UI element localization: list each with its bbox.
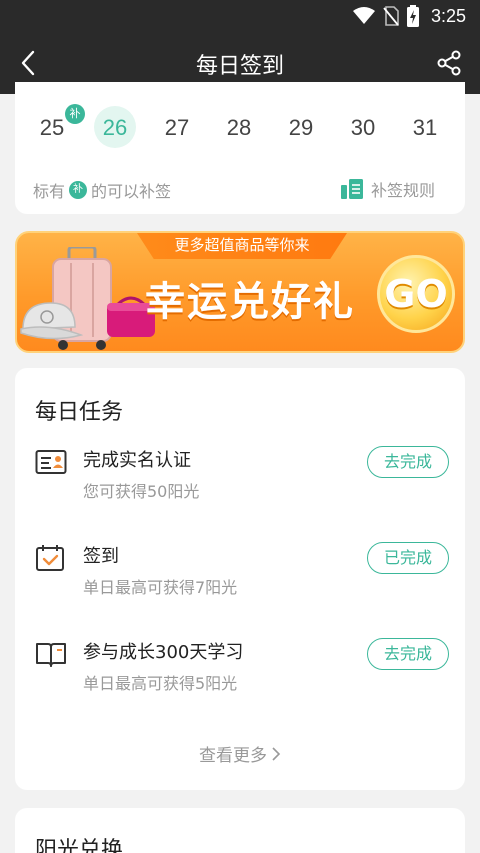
calendar-day[interactable]: 29 — [271, 112, 331, 144]
makeup-legend: 标有 补 的可以补签 — [33, 178, 171, 202]
cap-illustration — [20, 302, 83, 340]
daily-tasks-card: 每日任务 完成实名认证 您可获得50阳光 去完成 签到 单日最高可获得7阳光 已… — [15, 368, 465, 790]
calendar-day-today[interactable]: 26 — [85, 112, 145, 144]
legend-prefix: 标有 — [33, 182, 66, 201]
promo-banner[interactable]: 更多超值商品等你来 幸运兑好礼 GO — [15, 231, 465, 353]
document-list-icon — [340, 179, 363, 199]
task-description: 单日最高可获得7阳光 — [83, 578, 238, 597]
task-action-button[interactable]: 去完成 — [367, 446, 449, 478]
task-name: 签到 — [83, 546, 119, 567]
share-button[interactable] — [432, 46, 466, 80]
section-title: 每日任务 — [35, 400, 124, 425]
rules-label: 补签规则 — [370, 181, 435, 200]
share-icon — [437, 50, 461, 76]
open-book-icon — [36, 643, 66, 667]
task-item: 完成实名认证 您可获得50阳光 去完成 — [15, 446, 465, 506]
section-title: 阳光兑换 — [35, 838, 124, 853]
calendar-day[interactable]: 28 — [209, 112, 269, 144]
task-name: 完成实名认证 — [83, 450, 191, 471]
task-name: 参与成长300天学习 — [83, 642, 244, 663]
id-card-icon — [35, 450, 67, 474]
wifi-icon — [352, 7, 375, 24]
battery-charging-icon — [406, 5, 419, 27]
calendar-day[interactable]: 30 — [333, 112, 393, 144]
task-action-button[interactable]: 去完成 — [367, 638, 449, 670]
sunshine-exchange-card: 阳光兑换 — [15, 808, 465, 853]
task-item: 签到 单日最高可获得7阳光 已完成 — [15, 542, 465, 602]
banner-headline: 幸运兑好礼 — [145, 279, 355, 325]
banner-ribbon: 更多超值商品等你来 — [137, 233, 347, 259]
makeup-rules-link[interactable]: 补签规则 — [340, 177, 435, 201]
legend-suffix: 的可以补签 — [91, 182, 172, 201]
calendar-check-icon — [36, 545, 64, 571]
calendar-day[interactable]: 27 — [147, 112, 207, 144]
task-description: 您可获得50阳光 — [83, 482, 200, 501]
see-more-link[interactable]: 查看更多 — [15, 741, 465, 766]
legend-badge: 补 — [69, 181, 88, 199]
calendar-day[interactable]: 31 — [395, 112, 455, 144]
page-title: 每日签到 — [195, 54, 284, 79]
see-more-label: 查看更多 — [199, 746, 267, 766]
chevron-right-icon — [272, 746, 281, 761]
makeup-badge: 补 — [65, 104, 85, 124]
no-sim-icon — [383, 6, 399, 26]
go-button[interactable]: GO — [377, 255, 455, 333]
status-icons: 3:25 — [352, 4, 466, 28]
status-time: 3:25 — [430, 5, 466, 26]
status-bar: 3:25 — [0, 0, 480, 32]
task-description: 单日最高可获得5阳光 — [83, 674, 238, 693]
task-done-button[interactable]: 已完成 — [367, 542, 449, 574]
task-item: 参与成长300天学习 单日最高可获得5阳光 去完成 — [15, 638, 465, 698]
calendar-card: 25 26 27 28 29 30 31 补 标有 补 的可以补签 补签规则 — [15, 82, 465, 214]
